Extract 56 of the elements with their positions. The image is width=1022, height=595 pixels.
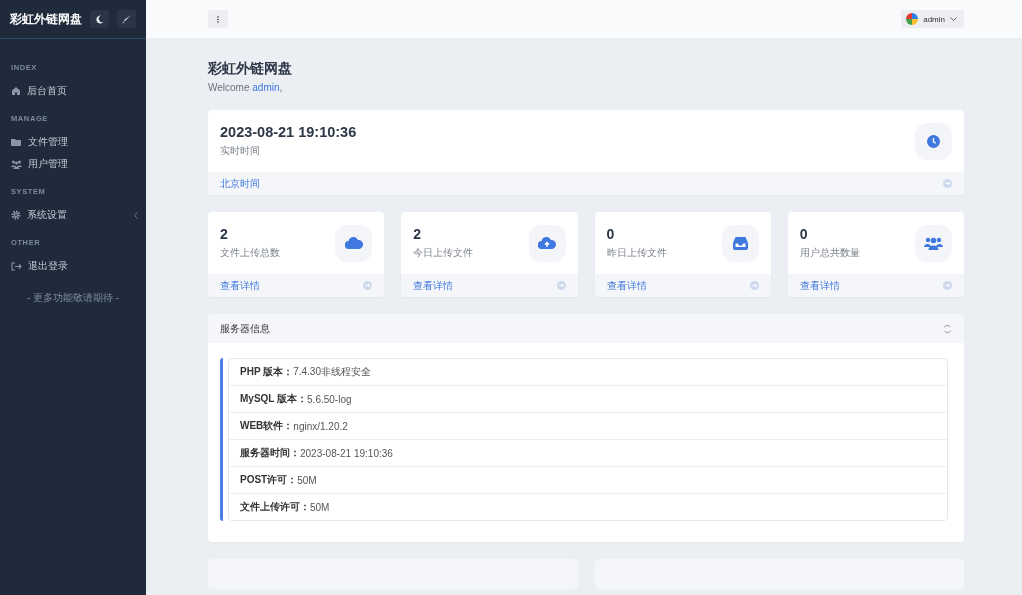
users-icon (11, 159, 22, 169)
users-icon (924, 236, 943, 250)
stat-value: 0 (799, 226, 809, 242)
user-link[interactable]: admin (252, 82, 280, 93)
details-link[interactable]: 查看详情 (606, 278, 647, 293)
sidebar-item[interactable]: 系统设置 (0, 204, 146, 226)
theme-button[interactable] (117, 10, 136, 28)
details-link[interactable]: 查看详情 (799, 278, 840, 293)
inbox-icon (732, 236, 748, 250)
arrow-circle-icon (749, 281, 759, 290)
stat-label: 文件上传总数 (220, 246, 280, 260)
avatar-icon (906, 13, 919, 25)
details-link[interactable]: 查看详情 (220, 278, 260, 293)
sidebar-item[interactable]: 退出登录 (0, 255, 146, 277)
current-time: 2023-08-21 19:10:36 (220, 124, 357, 140)
logout-icon (11, 261, 22, 271)
stat-label: 今日上传文件 (413, 246, 474, 260)
arrow-circle-icon (943, 179, 952, 188)
info-row: WEB软件：nginx/1.20.2 (229, 412, 947, 439)
arrow-circle-icon (363, 281, 373, 290)
brand-title: 彩虹外链网盘 (10, 10, 82, 28)
stat-label: 用户总共数量 (799, 246, 860, 260)
page-title: 彩虹外链网盘 (208, 60, 293, 78)
brush-icon (122, 14, 131, 24)
chevron-down-icon (950, 17, 957, 21)
info-row: POST许可：50M (229, 466, 947, 493)
stat-value: 2 (220, 226, 229, 242)
timezone-link[interactable]: 北京时间 (220, 176, 260, 191)
chevron-icon (134, 211, 138, 219)
user-menu-button[interactable]: admin (901, 10, 964, 28)
time-label: 实时时间 (220, 144, 261, 158)
panel-title: 服务器信息 (220, 321, 270, 336)
folder-icon (11, 137, 22, 147)
cloud-icon (344, 237, 363, 249)
stat-label: 昨日上传文件 (606, 246, 667, 260)
info-row-text: PHP 版本：7.4.30非线程安全 (239, 365, 372, 379)
clock-icon (927, 134, 940, 148)
home-icon (11, 86, 21, 96)
info-row: MySQL 版本：5.6.50-log (229, 385, 947, 412)
settings-icon (11, 210, 21, 220)
sidebar-item[interactable]: 用户管理 (0, 153, 146, 175)
info-row: 服务器时间：2023-08-21 19:10:36 (229, 439, 947, 466)
details-link[interactable]: 查看详情 (413, 278, 454, 293)
footer-note: - 更多功能敬请期待 - (25, 291, 121, 305)
arrow-circle-icon (943, 281, 952, 290)
sidebar-item[interactable]: 文件管理 (0, 131, 146, 153)
info-row: 文件上传许可：50M (229, 493, 947, 520)
welcome-text: Welcome admin, (208, 82, 284, 93)
arrow-circle-icon (556, 281, 566, 290)
menu-button[interactable] (208, 10, 228, 28)
moon-icon (95, 14, 104, 24)
dark-mode-button[interactable] (90, 10, 109, 28)
sidebar-item[interactable]: 后台首页 (0, 80, 146, 102)
stat-value: 0 (606, 226, 616, 242)
stat-value: 2 (413, 226, 423, 242)
cloud-upload-icon (538, 237, 556, 249)
